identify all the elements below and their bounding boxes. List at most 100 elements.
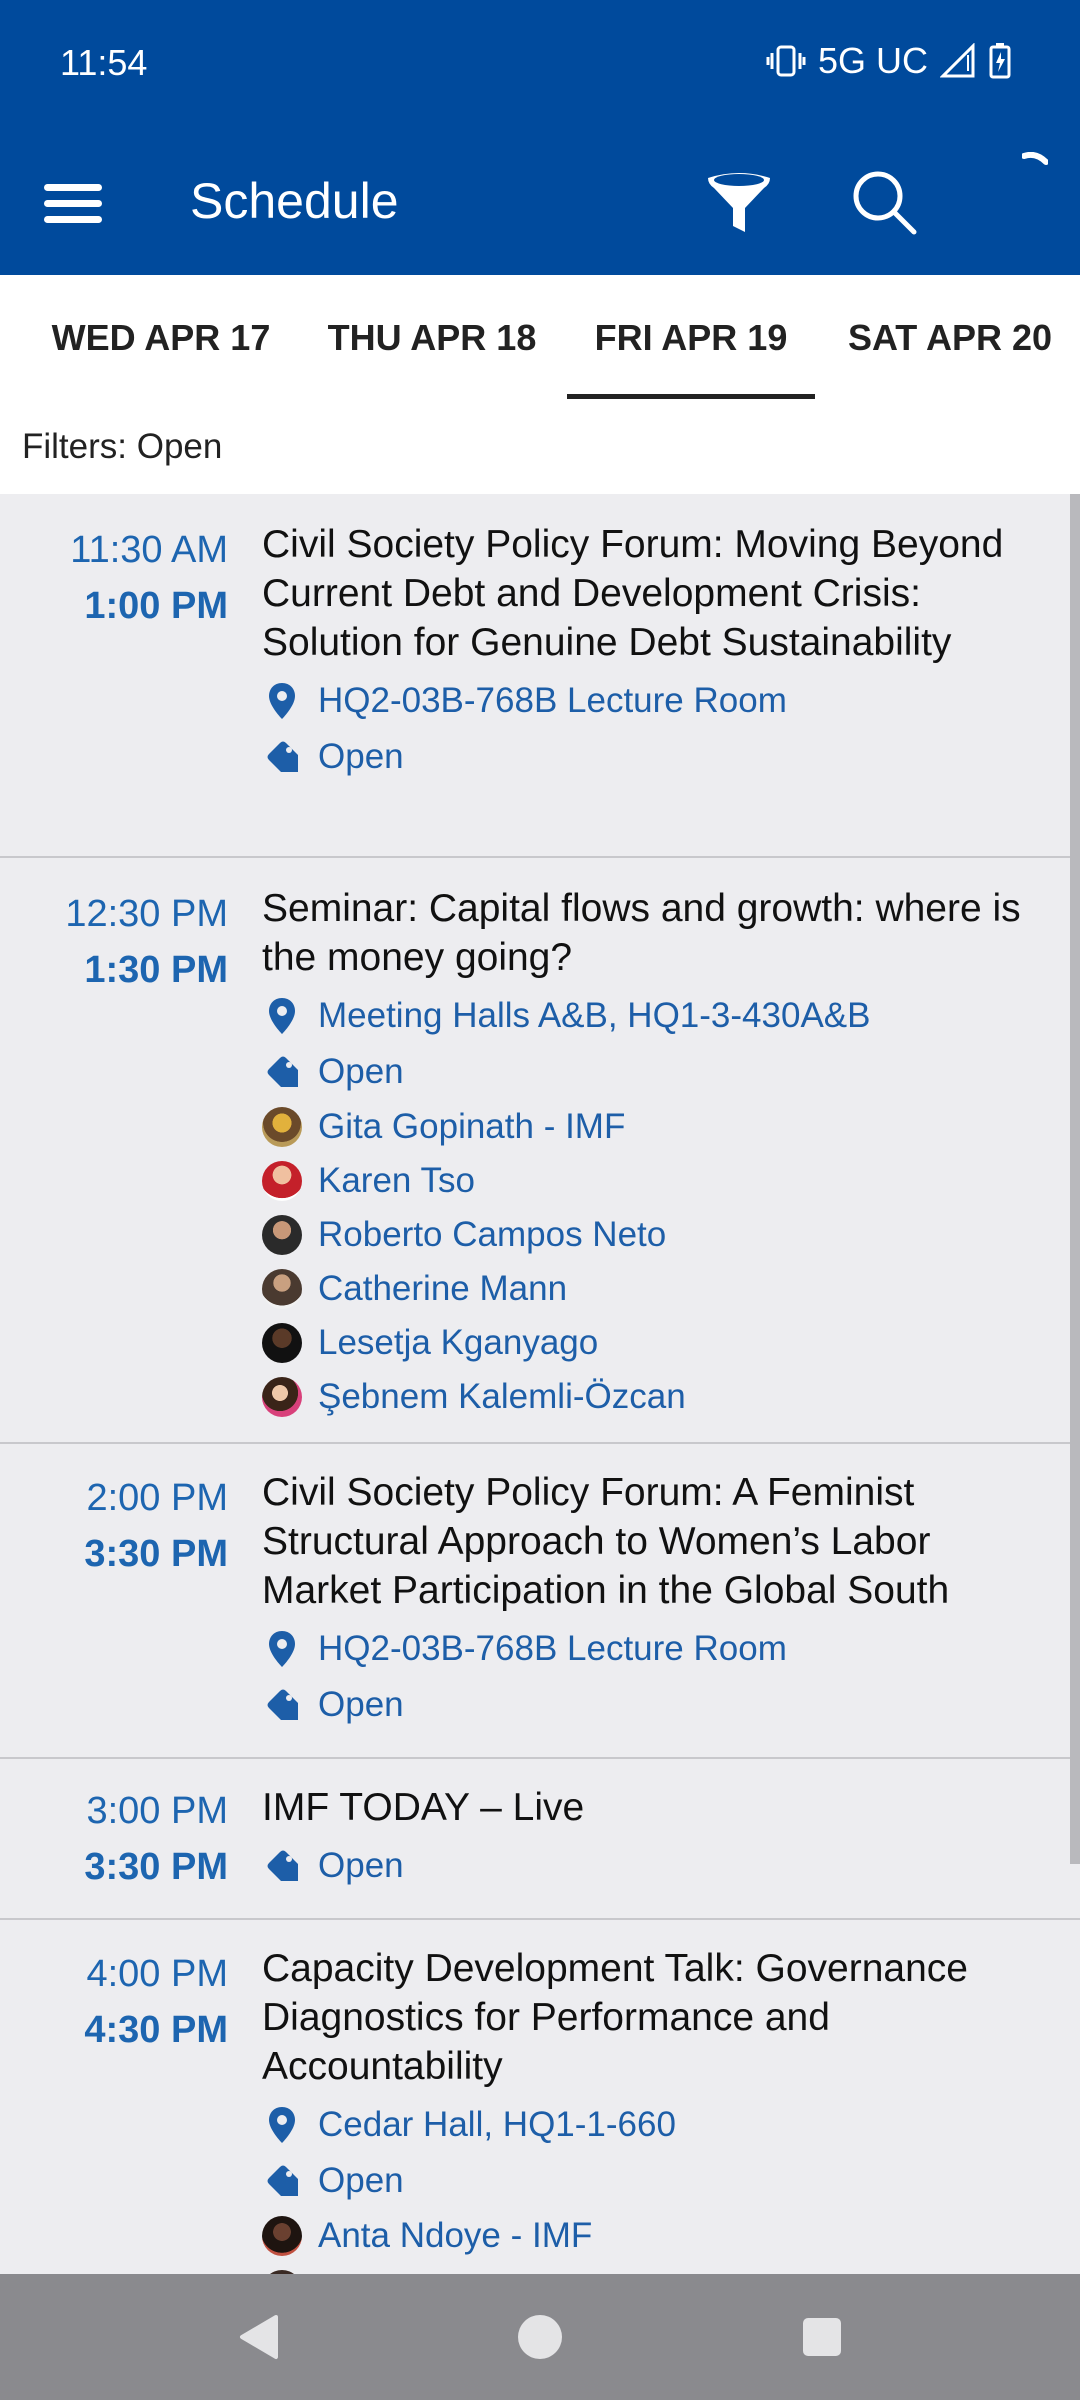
page-title: Schedule	[190, 173, 399, 229]
session-title: Capacity Development Talk: Governance Di…	[262, 1947, 968, 2088]
search-icon	[853, 171, 917, 235]
session-start-time: 4:00 PM	[86, 1953, 228, 1995]
signal-icon	[940, 43, 976, 79]
session-times: 4:00 PM 4:30 PM	[0, 1946, 228, 2058]
speaker-item[interactable]: Gita Gopinath - IMF	[262, 1100, 1050, 1154]
recents-square-icon	[803, 2318, 841, 2356]
session-tag[interactable]: Open	[262, 1677, 1050, 1733]
avatar	[262, 1377, 302, 1417]
tag-icon	[262, 2161, 302, 2201]
menu-button[interactable]	[40, 170, 108, 238]
session-location[interactable]: Cedar Hall, HQ1-1-660	[262, 2097, 1050, 2153]
speaker-item[interactable]: Catherine Mann	[262, 1262, 1050, 1316]
location-pin-icon	[262, 681, 302, 721]
session-start-time: 2:00 PM	[86, 1477, 228, 1519]
session-content: Capacity Development Talk: Governance Di…	[262, 1944, 1050, 2274]
session-end-time: 3:30 PM	[84, 1846, 228, 1888]
search-button[interactable]	[846, 164, 924, 242]
home-circle-icon	[518, 2315, 562, 2359]
avatar	[262, 1107, 302, 1147]
filter-button[interactable]	[700, 164, 778, 242]
speaker-name: Şebnem Kalemli-Özcan	[318, 1377, 686, 1416]
session-title: Civil Society Policy Forum: Moving Beyon…	[262, 523, 1004, 664]
session-item[interactable]: 4:00 PM 4:30 PM Capacity Development Tal…	[0, 1920, 1080, 2274]
tag-icon	[262, 737, 302, 777]
session-location[interactable]: Meeting Halls A&B, HQ1-3-430A&B	[262, 988, 1050, 1044]
session-content: Seminar: Capital flows and growth: where…	[262, 884, 1050, 1424]
location-pin-icon	[262, 996, 302, 1036]
session-start-time: 3:00 PM	[86, 1790, 228, 1832]
session-tag[interactable]: Open	[262, 729, 1050, 785]
session-times: 2:00 PM 3:30 PM	[0, 1470, 228, 1582]
session-content: Civil Society Policy Forum: A Feminist S…	[262, 1468, 1050, 1733]
filters-bar[interactable]: Filters: Open	[0, 401, 1080, 494]
speaker-item[interactable]: Roberto Campos Neto	[262, 1208, 1050, 1262]
session-location-text: Cedar Hall, HQ1-1-660	[318, 2105, 676, 2144]
session-location[interactable]: HQ2-03B-768B Lecture Room	[262, 1621, 1050, 1677]
scrollbar[interactable]	[1070, 494, 1080, 1864]
session-title: IMF TODAY – Live	[262, 1786, 585, 1829]
status-time: 11:54	[60, 42, 148, 83]
tab-thu-apr-18[interactable]: THU APR 18	[300, 275, 564, 401]
session-location-text: HQ2-03B-768B Lecture Room	[318, 1629, 787, 1668]
recents-button[interactable]	[789, 2304, 855, 2370]
session-title: Civil Society Policy Forum: A Feminist S…	[262, 1471, 950, 1612]
session-tag[interactable]: Open	[262, 1838, 1050, 1894]
system-nav-bar	[0, 2274, 1080, 2400]
session-location[interactable]: HQ2-03B-768B Lecture Room	[262, 673, 1050, 729]
tab-sat-apr-20[interactable]: SAT APR 20	[830, 275, 1070, 401]
location-pin-icon	[262, 1629, 302, 1669]
session-end-time: 1:00 PM	[84, 585, 228, 627]
speaker-item[interactable]: Anta Ndoye - IMF	[262, 2209, 1050, 2263]
session-tag-text: Open	[318, 1685, 404, 1724]
tab-wed-apr-17[interactable]: WED APR 17	[30, 275, 292, 401]
loading-indicator	[1021, 151, 1049, 168]
speaker-item[interactable]: Lesetja Kganyago	[262, 1316, 1050, 1370]
session-tag-text: Open	[318, 1052, 404, 1091]
location-pin-icon	[262, 2105, 302, 2145]
session-content: IMF TODAY – Live Open	[262, 1783, 1050, 1894]
avatar	[262, 1323, 302, 1363]
session-item[interactable]: 12:30 PM 1:30 PM Seminar: Capital flows …	[0, 858, 1080, 1444]
speaker-name: Gita Gopinath - IMF	[318, 1107, 626, 1146]
speaker-name: Catherine Mann	[318, 1269, 568, 1308]
session-title: Seminar: Capital flows and growth: where…	[262, 887, 1021, 979]
filters-label: Filters: Open	[22, 427, 223, 466]
speaker-item[interactable]: Karen Tso	[262, 1154, 1050, 1208]
session-times: 12:30 PM 1:30 PM	[0, 886, 228, 998]
session-item[interactable]: 2:00 PM 3:30 PM Civil Society Policy For…	[0, 1444, 1080, 1759]
avatar	[262, 1161, 302, 1201]
filter-funnel-icon	[708, 173, 770, 232]
speaker-name: Lesetja Kganyago	[318, 1323, 599, 1362]
selected-tab-indicator	[567, 394, 815, 399]
avatar	[262, 1215, 302, 1255]
hamburger-menu-icon	[44, 184, 102, 223]
network-label: 5G UC	[817, 40, 928, 81]
vibrate-icon	[766, 43, 806, 79]
session-tag-text: Open	[318, 1846, 404, 1885]
session-times: 3:00 PM 3:30 PM	[0, 1783, 228, 1895]
home-button[interactable]	[507, 2304, 573, 2370]
avatar	[262, 1269, 302, 1309]
session-item[interactable]: 3:00 PM 3:30 PM IMF TODAY – Live Open	[0, 1759, 1080, 1920]
app-bar: Schedule	[0, 128, 1080, 275]
session-start-time: 11:30 AM	[70, 529, 228, 571]
speaker-item[interactable]: Şebnem Kalemli-Özcan	[262, 1370, 1050, 1424]
session-tag[interactable]: Open	[262, 1044, 1050, 1100]
avatar	[262, 2216, 302, 2256]
battery-charging-icon	[988, 42, 1012, 80]
session-end-time: 4:30 PM	[84, 2009, 228, 2051]
session-tag[interactable]: Open	[262, 2153, 1050, 2209]
back-triangle-icon	[240, 2315, 278, 2359]
session-list[interactable]: 11:30 AM 1:00 PM Civil Society Policy Fo…	[0, 494, 1080, 2274]
back-button[interactable]	[225, 2304, 291, 2370]
status-bar: 11:54 5G UC	[0, 0, 1080, 128]
session-item[interactable]: 11:30 AM 1:00 PM Civil Society Policy Fo…	[0, 494, 1080, 858]
speaker-item[interactable]	[262, 2263, 1050, 2274]
tab-fri-apr-19[interactable]: FRI APR 19	[567, 275, 815, 401]
session-start-time: 12:30 PM	[65, 893, 228, 935]
day-tabs: WED APR 17 THU APR 18 FRI APR 19 SAT APR…	[0, 275, 1080, 401]
speaker-name: Roberto Campos Neto	[318, 1215, 667, 1254]
session-end-time: 3:30 PM	[84, 1533, 228, 1575]
session-tag-text: Open	[318, 737, 404, 776]
